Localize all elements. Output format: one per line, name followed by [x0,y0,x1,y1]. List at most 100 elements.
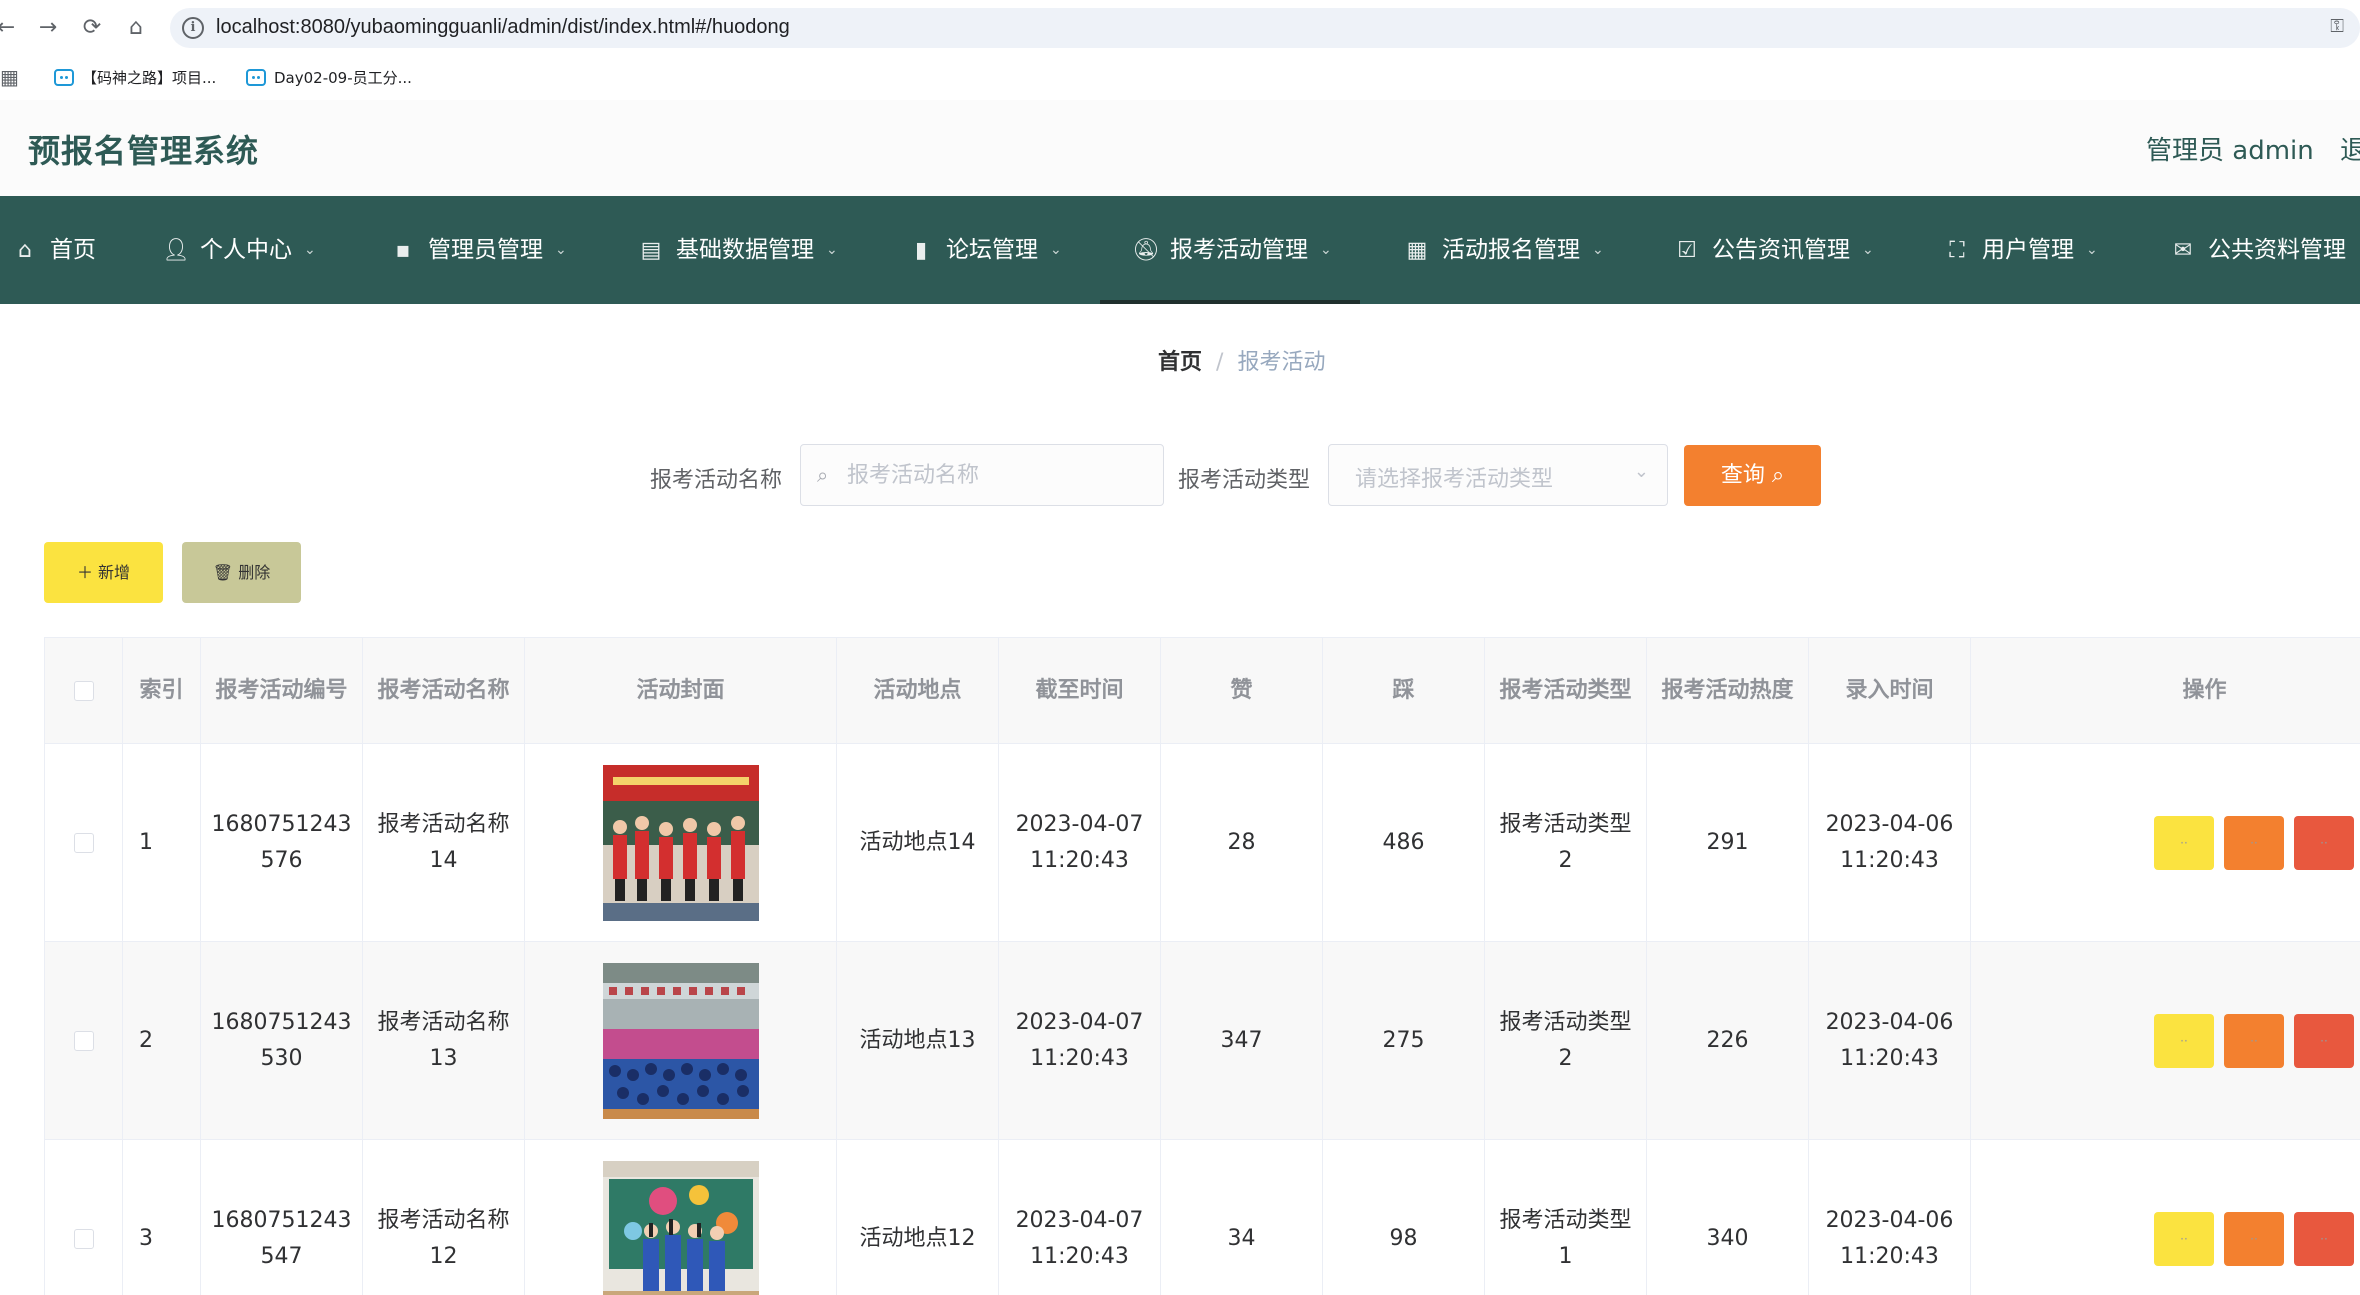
edit-button[interactable]: ·· [2224,1013,2284,1068]
chat-icon: ▪ [395,238,411,263]
activity-cover-image[interactable] [602,962,759,1119]
trash-icon: 🗑︎ [212,563,234,582]
location-cell: 活动地点13 [837,942,999,1139]
column-header: 报考活动名称 [363,638,525,743]
book-icon: ▮ [914,238,928,263]
chevron-down-icon: ⌄ [2086,242,2098,258]
row-delete-button[interactable]: ·· [2294,1013,2354,1068]
chevron-down-icon: ⌄ [1050,242,1062,258]
likes-cell: 28 [1161,744,1323,941]
view-button[interactable]: ·· [2154,1013,2214,1068]
plus-icon: ＋ [76,563,93,582]
activity-cover-image[interactable] [602,1160,759,1295]
row-delete-button[interactable]: ·· [2294,1211,2354,1266]
column-header: 踩 [1323,638,1485,743]
nav-item-users[interactable]: ⛶ 用户管理 ⌄ [1944,196,2098,304]
edit-button[interactable]: ·· [2224,1211,2284,1266]
number-cell: 1680751243576 [201,744,363,941]
heat-cell: 226 [1647,942,1809,1139]
url-field[interactable]: i localhost:8080/yubaomingguanli/admin/d… [170,8,2360,48]
row-checkbox[interactable] [73,1030,94,1051]
chevron-down-icon: ⌄ [1592,242,1604,258]
home-browser-icon[interactable]: ⌂ [122,14,150,42]
app-header: 预报名管理系统 管理员 admin 退 [0,100,2360,196]
main-nav: ⌂ 首页 👤︎ 个人中心 ⌄ ▪ 管理员管理 ⌄ ▤ 基础数据管理 ⌄ ▮ 论坛管理 ⌄ 🔕︎ 报考… [0,196,2360,304]
site-info-icon[interactable]: i [182,17,204,39]
name-cell: 报考活动名称14 [363,744,525,941]
column-header: 赞 [1161,638,1323,743]
column-header: 报考活动编号 [201,638,363,743]
grid-icon: ▦ [1406,238,1428,263]
add-button[interactable]: ＋ 新增 [44,542,163,603]
column-header: 报考活动类型 [1485,638,1647,743]
home-icon: ⌂ [18,238,32,263]
nav-item-home[interactable]: ⌂ 首页 [12,196,96,304]
nav-item-activity-signup[interactable]: ▦ 活动报名管理 ⌄ [1404,196,1604,304]
row-select-cell [45,744,123,941]
operations-cell: ·· ·· ·· [1971,1140,2360,1295]
reload-icon[interactable]: ⟳ [78,14,106,42]
row-delete-button[interactable]: ·· [2294,815,2354,870]
fullscreen-icon: ⛶ [1949,238,1965,263]
chevron-down-icon: ⌄ [555,242,567,258]
edit-button[interactable]: ·· [2224,815,2284,870]
nav-item-public-resources[interactable]: ✉ 公共资料管理 [2170,196,2346,304]
created-cell: 2023-04-06 11:20:43 [1809,1140,1971,1295]
query-button[interactable]: 查询 ⌕ [1684,445,1821,506]
heat-cell: 340 [1647,1140,1809,1295]
bilibili-icon [246,69,266,86]
row-checkbox[interactable] [73,832,94,853]
row-select-cell [45,1140,123,1295]
cover-cell [525,1140,837,1295]
chevron-down-icon: ⌄ [826,242,838,258]
table-row: 1 1680751243576 报考活动名称14 活动地点14 2023-04-… [45,744,2360,942]
nav-item-admin[interactable]: ▪ 管理员管理 ⌄ [390,196,567,304]
back-icon[interactable]: ← [0,14,20,42]
browser-address-bar: ← → ⟳ ⌂ i localhost:8080/yubaomingguanli… [0,0,2360,57]
bookmark-item[interactable]: 【码神之路】项目... [54,66,216,90]
nav-item-exam-activity[interactable]: 🔕︎ 报考活动管理 ⌄ [1100,196,1360,304]
row-select-cell [45,942,123,1139]
chevron-down-icon: ⌄ [304,242,316,258]
chevron-down-icon: ⌄ [1633,461,1649,482]
view-button[interactable]: ·· [2154,815,2214,870]
name-filter-input[interactable] [847,459,1147,491]
nav-item-basic-data[interactable]: ▤ 基础数据管理 ⌄ [638,196,838,304]
number-cell: 1680751243530 [201,942,363,1139]
breadcrumb-home[interactable]: 首页 [1158,350,1202,375]
dislikes-cell: 486 [1323,744,1485,941]
row-checkbox[interactable] [73,1228,94,1249]
delete-button[interactable]: 🗑︎ 删除 [182,542,301,603]
operations-cell: ·· ·· ·· [1971,942,2360,1139]
url-text: localhost:8080/yubaomingguanli/admin/dis… [216,16,790,38]
nav-item-announcement[interactable]: ☑ 公告资讯管理 ⌄ [1674,196,1874,304]
index-cell: 1 [123,744,201,941]
select-all-checkbox[interactable] [73,680,94,701]
type-filter-select[interactable]: 请选择报考活动类型 ⌄ [1328,444,1668,506]
table-row: 3 1680751243547 报考活动名称12 活动地点12 2023-04-… [45,1140,2360,1295]
apps-grid-icon[interactable]: ▦ [0,65,19,89]
index-cell: 3 [123,1140,201,1295]
column-header: 录入时间 [1809,638,1971,743]
forward-icon[interactable]: → [34,14,62,42]
nav-item-forum[interactable]: ▮ 论坛管理 ⌄ [908,196,1062,304]
location-cell: 活动地点12 [837,1140,999,1295]
bookmark-item[interactable]: Day02-09-员工分... [246,66,412,90]
password-key-icon[interactable]: ⚿ [2330,16,2344,37]
deadline-cell: 2023-04-07 11:20:43 [999,1140,1161,1295]
clipboard-icon: ▤ [640,238,662,263]
activity-cover-image[interactable] [602,764,759,921]
nav-item-profile[interactable]: 👤︎ 个人中心 ⌄ [162,196,316,304]
created-cell: 2023-04-06 11:20:43 [1809,942,1971,1139]
type-cell: 报考活动类型2 [1485,744,1647,941]
name-cell: 报考活动名称13 [363,942,525,1139]
dislikes-cell: 98 [1323,1140,1485,1295]
logout-link[interactable]: 退 [2340,130,2360,167]
bell-off-icon: 🔕︎ [1132,238,1160,263]
view-button[interactable]: ·· [2154,1211,2214,1266]
column-header: 索引 [123,638,201,743]
column-header: 活动封面 [525,638,837,743]
clipboard-check-icon: ☑ [1677,238,1697,263]
cover-cell [525,942,837,1139]
name-filter-label: 报考活动名称 [650,468,783,493]
